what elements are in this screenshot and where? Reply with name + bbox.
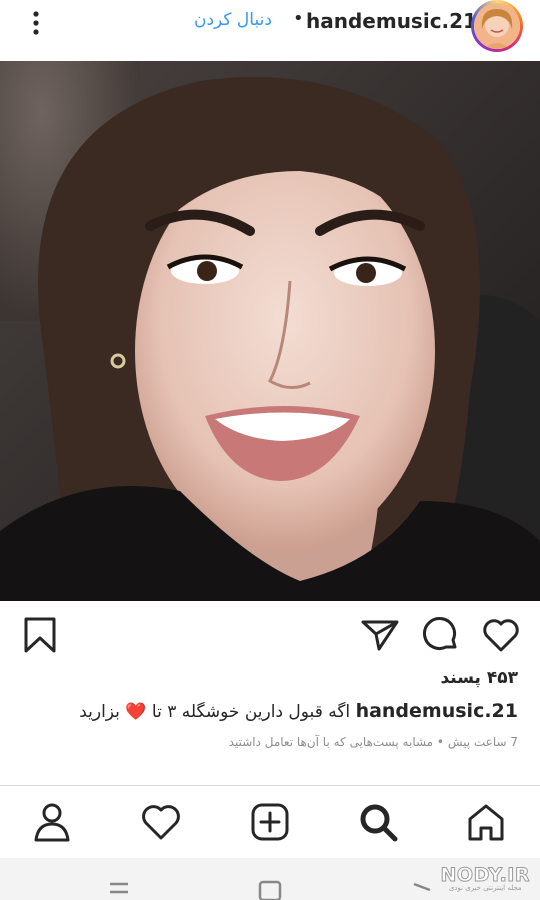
heart-outline-icon[interactable] (481, 617, 521, 653)
search-icon[interactable] (356, 800, 400, 844)
post-photo[interactable] (0, 61, 540, 601)
caption-tail: بزارید (79, 702, 120, 722)
caption-text: اگه قبول دارین خوشگله ۳ تا (151, 702, 351, 722)
watermark-tagline: مجله اینترنتی خبری نودی (448, 884, 522, 892)
separator-dot: • (293, 8, 304, 29)
home-square-icon[interactable] (258, 878, 282, 900)
add-post-icon[interactable] (248, 800, 292, 844)
follow-button[interactable]: دنبال کردن (194, 10, 272, 30)
selfie-photo (0, 61, 540, 601)
bottom-nav (0, 786, 540, 858)
profile-icon[interactable] (30, 800, 74, 844)
caption-username[interactable]: handemusic.21 (356, 700, 518, 722)
recents-icon[interactable] (106, 878, 132, 900)
comment-icon[interactable] (422, 616, 460, 654)
watermark-logo: NODY.IR (440, 864, 530, 887)
likes-count[interactable]: ۴۵۳ پسند (440, 668, 518, 688)
caption: handemusic.21 اگه قبول دارین خوشگله ۳ تا… (79, 700, 518, 722)
activity-heart-icon[interactable] (139, 800, 183, 844)
profile-avatar[interactable] (471, 0, 523, 52)
avatar-image (474, 3, 520, 49)
paper-plane-icon[interactable] (361, 618, 399, 652)
bookmark-icon[interactable] (22, 616, 58, 654)
post-header: دنبال کردن • handemusic.21 (0, 0, 540, 58)
post-username[interactable]: handemusic.21 (306, 9, 477, 33)
post-meta: 7 ساعت پیش • مشابه پست‌هایی که با آن‌ها … (228, 735, 518, 749)
home-icon[interactable] (464, 800, 508, 844)
watermark: NODY.IR مجله اینترنتی خبری نودی (440, 864, 530, 893)
more-vertical-icon[interactable] (22, 8, 50, 40)
heart-emoji: ❤️ (125, 702, 147, 722)
back-icon[interactable] (410, 878, 436, 900)
